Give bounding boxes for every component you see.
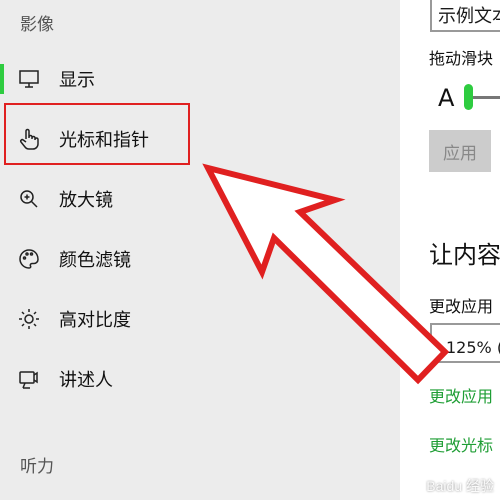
sidebar-item-label: 颜色滤镜: [59, 250, 131, 271]
narrator-icon: [19, 371, 38, 389]
watermark: Baidu 经验: [426, 478, 494, 494]
settings-window: 影像 显示 光标和指针 放大镜 颜色滤镜 高对比度 讲述人 听力 示例文 拖动滑…: [0, 0, 500, 500]
sidebar: 影像 显示 光标和指针 放大镜 颜色滤镜 高对比度 讲述人 听力: [0, 0, 400, 500]
section-label-vision: 影像: [20, 15, 54, 35]
sidebar-item-label: 高对比度: [59, 310, 131, 331]
sidebar-item-display[interactable]: 显示: [0, 59, 400, 99]
text-size-slider-thumb[interactable]: [464, 84, 473, 110]
scale-dropdown[interactable]: 125% (推: [430, 323, 500, 363]
sidebar-item-color-filters[interactable]: 颜色滤镜: [0, 239, 400, 279]
apply-button[interactable]: 应用: [429, 130, 491, 172]
section-label-hearing: 听力: [20, 457, 54, 477]
display-settings-pane: 示例文本 拖动滑块 A 应用 让内容 更改应用 125% (推 更改应用 更改光…: [400, 0, 500, 500]
make-everything-bigger-heading: 让内容: [429, 241, 500, 269]
sidebar-item-label: 显示: [59, 70, 95, 91]
change-app-size-label: 更改应用: [429, 297, 494, 316]
palette-icon: [19, 249, 39, 269]
slider-letter: A: [438, 84, 455, 112]
sidebar-item-magnifier[interactable]: 放大镜: [0, 179, 400, 219]
sidebar-item-label: 放大镜: [59, 190, 113, 211]
magnifier-icon: [20, 190, 38, 208]
sidebar-item-label: 讲述人: [59, 370, 113, 391]
change-app-size-link[interactable]: 更改应用: [429, 383, 493, 407]
monitor-icon: [19, 70, 39, 88]
change-cursor-link[interactable]: 更改光标: [429, 432, 493, 456]
drag-slider-label: 拖动滑块: [429, 49, 494, 68]
sample-text-box[interactable]: 示例文本: [430, 0, 500, 32]
sidebar-item-high-contrast[interactable]: 高对比度: [0, 299, 400, 339]
sidebar-item-narrator[interactable]: 讲述人: [0, 359, 400, 399]
brightness-icon: [19, 309, 39, 329]
annotation-highlight-box: [4, 103, 190, 165]
